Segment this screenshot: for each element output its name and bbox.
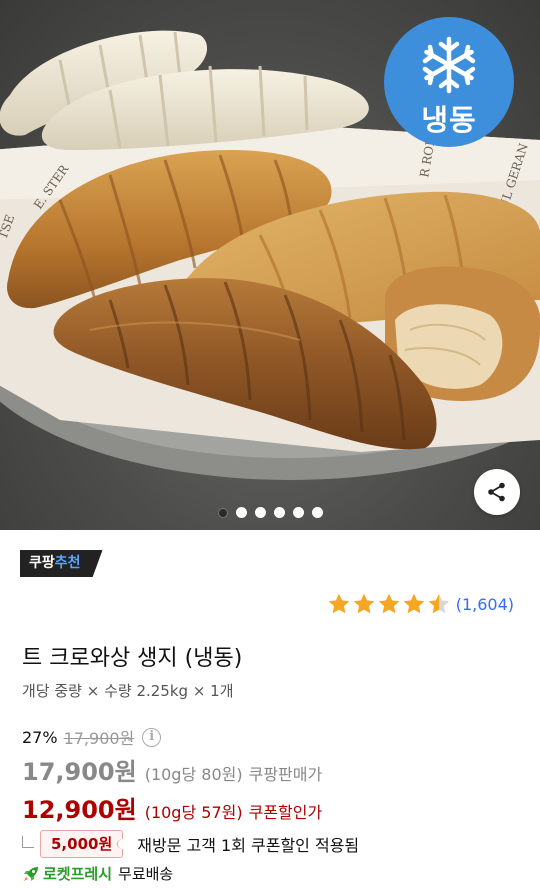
snowflake-icon [422, 36, 476, 94]
product-image-carousel[interactable]: TSE E. STER R ROBE PAUL GERAN 냉동 [0, 0, 540, 530]
coupon-price-label: 쿠폰할인가 [248, 803, 323, 822]
rating-stars [327, 592, 452, 616]
share-icon [488, 482, 505, 502]
carousel-dot[interactable] [292, 507, 304, 518]
sale-unit-price: (10g당 80원) [144, 765, 243, 784]
star-full-icon [353, 593, 375, 614]
sale-price-label: 쿠팡판매가 [248, 765, 323, 784]
rocket-fresh-label: 로켓프레시 [43, 865, 113, 883]
coupon-price: 12,900원 [22, 796, 137, 824]
sale-price-row: 17,900원 (10g당 80원) 쿠팡판매가 [22, 752, 322, 787]
rocket-icon [24, 866, 38, 881]
coupon-row: 5,000원 재방문 고객 1회 쿠폰할인 적용됨 [22, 830, 359, 858]
carousel-dot[interactable] [235, 507, 247, 518]
carousel-dot[interactable] [311, 507, 323, 518]
star-full-icon [328, 593, 350, 614]
product-title: 트 크로와상 생지 (냉동) [22, 646, 243, 671]
free-shipping-text: 무료배송 [118, 865, 174, 883]
discount-percent: 27% [22, 727, 58, 747]
product-rating[interactable]: (1,604) [327, 592, 514, 616]
frozen-badge-label: 냉동 [421, 103, 477, 137]
rating-count[interactable]: (1,604) [456, 595, 514, 614]
star-half-icon [428, 593, 450, 614]
recommend-badge-prefix: 쿠팡 [29, 555, 55, 571]
frozen-badge: 냉동 [384, 17, 514, 147]
carousel-dot-active[interactable] [217, 507, 228, 518]
discount-row: 27% 17,900원 i [22, 725, 162, 749]
original-price: 17,900원 [63, 729, 135, 748]
info-icon[interactable]: i [142, 727, 162, 747]
shipping-row: 로켓프레시 무료배송 [22, 863, 173, 884]
star-full-icon [403, 593, 425, 614]
coupon-note: 재방문 고객 1회 쿠폰할인 적용됨 [137, 836, 360, 855]
carousel-dot[interactable] [254, 507, 266, 518]
coupon-price-row: 12,900원 (10g당 57원) 쿠폰할인가 [22, 790, 322, 825]
carousel-indicator [0, 507, 540, 519]
coupang-recommend-badge: 쿠팡추천 [20, 550, 103, 577]
recommend-badge-accent: 추천 [54, 555, 81, 571]
coupon-tag[interactable]: 5,000원 [40, 830, 129, 858]
carousel-dot[interactable] [273, 507, 285, 518]
product-spec: 개당 중량 × 수량 2.25kg × 1개 [22, 682, 234, 700]
sale-price: 17,900원 [22, 758, 137, 786]
coupon-unit-price: (10g당 57원) [144, 803, 243, 822]
star-full-icon [378, 593, 400, 614]
product-info: 쿠팡추천 (1,604) 트 크로와상 생지 (냉동) 개당 중량 × 수량 2… [0, 530, 540, 888]
tree-corner-icon [22, 836, 34, 848]
